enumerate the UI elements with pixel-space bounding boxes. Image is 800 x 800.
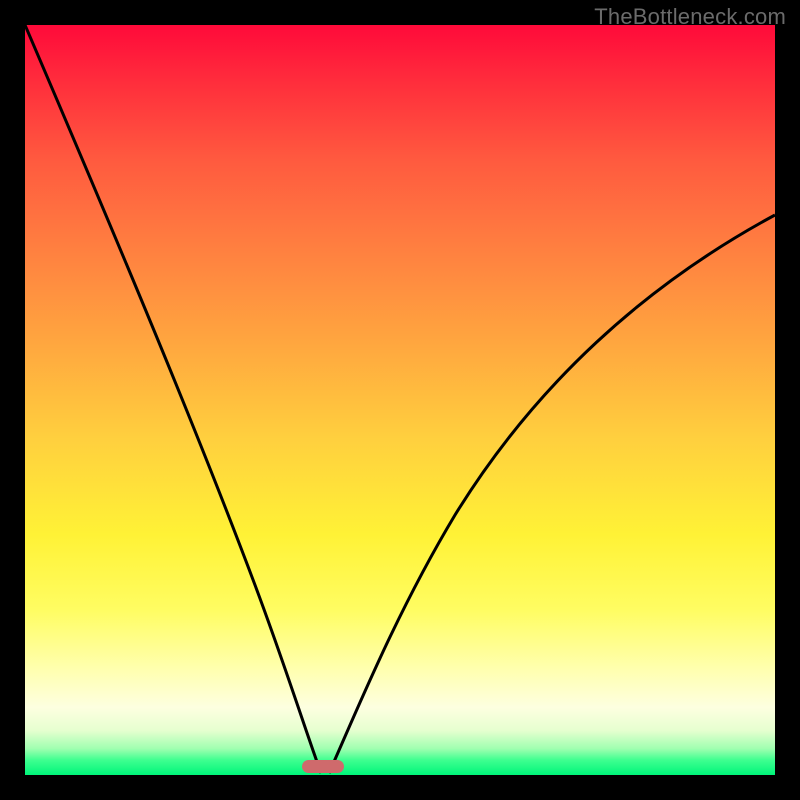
curve-right	[329, 215, 775, 773]
bottleneck-marker	[302, 760, 344, 773]
curve-left	[25, 25, 321, 773]
watermark-text: TheBottleneck.com	[594, 4, 786, 30]
chart-plot-area	[25, 25, 775, 775]
bottleneck-curve	[25, 25, 775, 775]
